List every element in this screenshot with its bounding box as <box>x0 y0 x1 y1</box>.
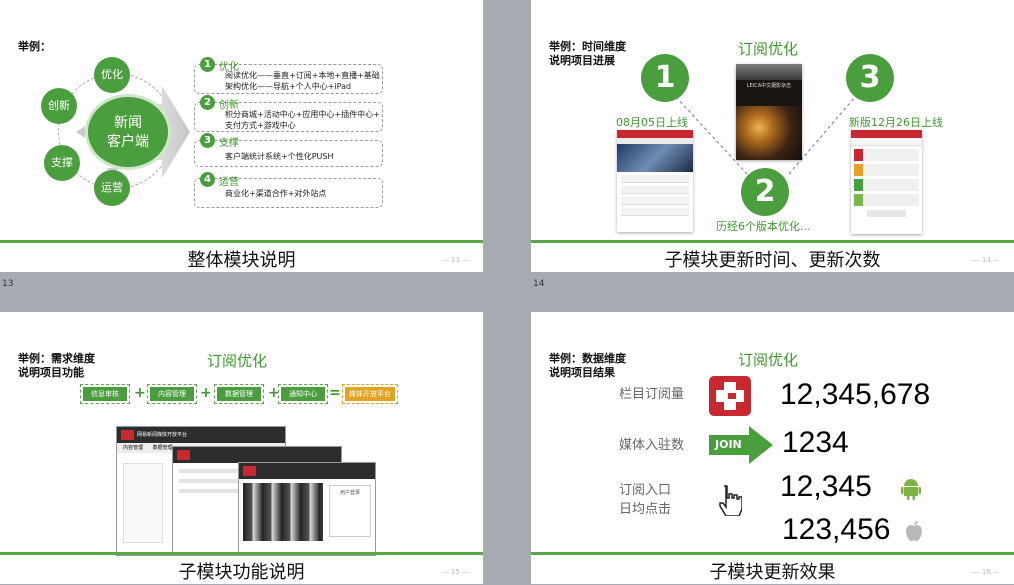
slide-thumbnail-16[interactable]: 举例：数据维度 说明项目结果 订阅优化 栏目订阅量 12,345,678 媒体入… <box>531 312 1014 584</box>
slide-title: 子模块更新时间、更新次数 <box>664 250 881 271</box>
metric-label-clicks: 订阅入口 日均点击 <box>619 481 671 519</box>
item-text-3a: 客户端统计系统+个性化PUSH <box>225 152 334 161</box>
example-label: 举例：需求维度 说明项目功能 <box>18 352 95 380</box>
slide-thumbnail-15[interactable]: 举例：需求维度 说明项目功能 订阅优化 信息审核 + 内容管理 + 数据管理 +… <box>0 312 483 584</box>
node-support: 支撑 <box>44 145 80 181</box>
heading: 订阅优化 <box>207 352 268 370</box>
footer-rule <box>531 552 1014 555</box>
slide-thumbnail-14[interactable]: 举例：时间维度 说明项目进展 订阅优化 1 2 3 08月05日上线 历经6个版… <box>531 0 1014 272</box>
item-label-3: 支撑 <box>219 138 239 149</box>
chip-platform-label: 媒体开放平台 <box>345 387 395 401</box>
login-box: 用户登录 <box>329 485 371 537</box>
chip-review: 信息审核 <box>80 384 130 404</box>
example-line2: 说明项目功能 <box>18 366 84 379</box>
slide-title: 整体模块说明 <box>187 250 296 271</box>
item-text-2b: 支付方式+游戏中心 <box>225 121 296 130</box>
footer-rule <box>0 552 483 555</box>
chip-data: 数据管理 <box>214 384 264 404</box>
page-number: — 13 — <box>441 256 469 264</box>
item-badge-4: 4 <box>200 172 215 187</box>
plus-sign: + <box>134 385 146 401</box>
page-number: — 16 — <box>972 568 1000 576</box>
plus-sign: + <box>200 385 212 401</box>
hub-circle: 新闻 客户端 <box>85 94 171 170</box>
slide-title: 子模块功能说明 <box>178 562 305 583</box>
step-3-label: 新版12月26日上线 <box>849 116 943 129</box>
click-label-line2: 日均点击 <box>619 502 672 517</box>
example-line1: 举例：数据维度 <box>549 352 626 365</box>
chip-content-label: 内容管理 <box>150 387 194 401</box>
join-label: JOIN <box>715 438 742 451</box>
example-line2: 说明项目结果 <box>549 366 615 379</box>
new-app-screenshot <box>851 130 922 234</box>
item-badge-3: 3 <box>200 133 215 148</box>
node-innovate: 创新 <box>41 88 77 124</box>
magazine-cover-image: LEICA中文摄影杂志 <box>736 64 802 160</box>
magazine-caption: LEICA中文摄影杂志 <box>746 83 792 89</box>
equals-sign: = <box>329 385 341 401</box>
tab-content: 内容管理 <box>123 445 144 451</box>
plus-red-logo <box>709 376 751 416</box>
chip-review-label: 信息审核 <box>83 387 127 401</box>
step-3-circle: 3 <box>846 54 894 102</box>
metric-label-media: 媒体入驻数 <box>619 438 685 453</box>
apple-icon <box>906 521 922 542</box>
slide-number-14: 14 <box>533 279 545 289</box>
chip-content: 内容管理 <box>147 384 197 404</box>
metric-value-ios: 123,456 <box>782 513 891 546</box>
slide-title: 子模块更新效果 <box>709 562 836 583</box>
node-operate: 运营 <box>94 170 130 206</box>
chip-data-label: 数据管理 <box>217 387 261 401</box>
android-icon <box>901 479 921 500</box>
metric-value-android: 12,345 <box>780 470 872 503</box>
hub-label-line1: 新闻 <box>114 115 142 131</box>
item-text-4a: 商业化+渠道合作+对外站点 <box>225 189 327 198</box>
page-number: — 15 — <box>441 568 469 576</box>
metric-value-subscriptions: 12,345,678 <box>780 378 931 411</box>
page-number: — 14 — <box>972 256 1000 264</box>
heading: 订阅优化 <box>738 351 799 369</box>
window-title: 网易新闻媒体开放平台 <box>137 432 188 438</box>
footer-rule <box>0 240 483 243</box>
click-label-line1: 订阅入口 <box>619 483 672 498</box>
step-1-circle: 1 <box>641 54 689 102</box>
item-text-1b: 架构优化——导航+个人中心+iPad <box>225 82 352 91</box>
old-app-screenshot <box>617 130 693 232</box>
hand-cursor-icon <box>719 485 742 516</box>
chip-notify: 通知中心 <box>278 384 328 404</box>
node-optimize: 优化 <box>94 57 130 93</box>
example-label: 举例：数据维度 说明项目结果 <box>549 352 626 380</box>
example-line1: 举例：需求维度 <box>18 352 95 365</box>
step-2-label: 历经6个版本优化... <box>716 220 811 233</box>
chip-platform: 媒体开放平台 <box>342 384 398 404</box>
step-2-circle: 2 <box>741 168 789 216</box>
chip-notify-label: 通知中心 <box>281 387 325 401</box>
item-badge-2: 2 <box>200 95 215 110</box>
metric-label-subscriptions: 栏目订阅量 <box>619 387 685 402</box>
platform-window-front: 用户登录 <box>238 462 376 556</box>
tab-data: 数据管理 <box>152 445 173 451</box>
example-label: 举例： <box>18 40 51 53</box>
slide-number-13: 13 <box>2 279 14 289</box>
item-label-4: 运营 <box>219 177 239 188</box>
login-title: 用户登录 <box>339 490 360 496</box>
item-badge-1: 1 <box>200 57 215 72</box>
footer-rule <box>531 240 1014 243</box>
slide-thumbnail-13[interactable]: 举例： 新闻 客户端 优化 创新 支撑 运营 1 优化 阅读优化——垂直+订阅+… <box>0 0 483 272</box>
metric-value-media: 1234 <box>782 426 849 459</box>
step-1-label: 08月05日上线 <box>616 116 688 129</box>
hub-label-line2: 客户端 <box>107 134 149 150</box>
ring-arrow-left <box>76 126 85 138</box>
